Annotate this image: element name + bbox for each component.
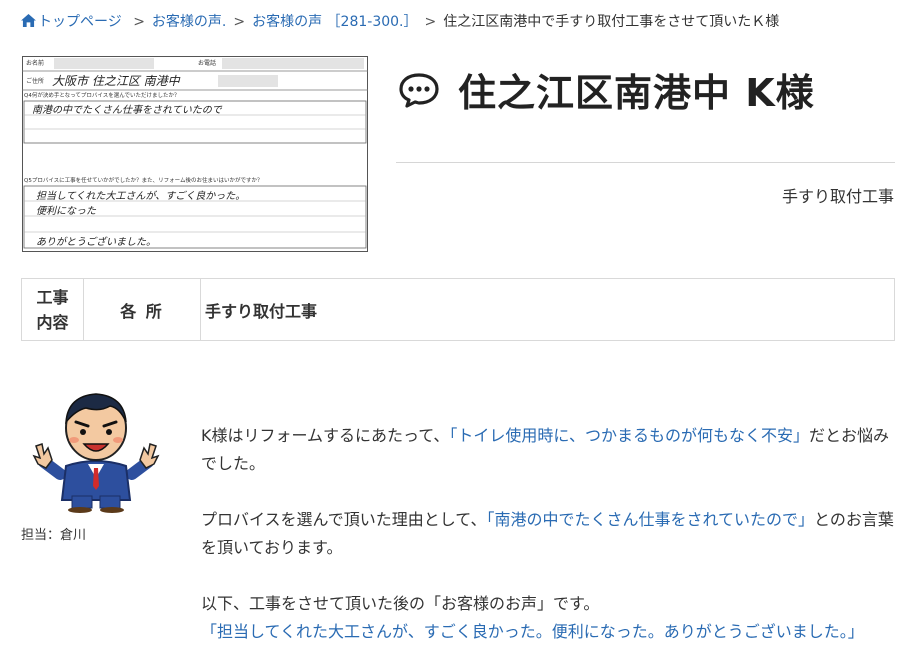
- work-type-label: 手すり取付工事: [781, 187, 894, 206]
- highlight-quote: 「トイレ使用時に、つかまるものが何もなく不安」: [449, 426, 809, 445]
- sheet-address-handwriting: 大阪市 住之江区 南港中: [52, 74, 181, 88]
- sheet-field-address: ご住所: [26, 77, 44, 85]
- breadcrumb: トップページ > お客様の声. > お客様の声 ［281-300.］ > 住之江区南港中で…: [21, 12, 779, 32]
- highlight-quote: 「南港の中でたくさん仕事をされていたので」: [486, 510, 814, 529]
- breadcrumb-separator: >: [233, 14, 246, 30]
- home-icon: [21, 14, 36, 27]
- breadcrumb-home-link[interactable]: トップページ: [21, 14, 126, 30]
- sheet-q4-answer: 南港の中でたくさん仕事をされていたので: [32, 104, 223, 116]
- breadcrumb-current: 住之江区南港中で手すり取付工事をさせて頂いたＫ様: [443, 14, 780, 30]
- body-paragraph: 以下、工事をさせて頂いた後の「お客様のお声」です。 「担当してくれた大工さんが、す…: [201, 594, 864, 641]
- page-title-text: 住之江区南港中 K様: [458, 71, 815, 115]
- body-paragraph: K様はリフォームするにあたって、「トイレ使用時に、つかまるものが何もなく不安」だ…: [201, 426, 889, 473]
- article-body: K様はリフォームするにあたって、「トイレ使用時に、つかまるものが何もなく不安」だ…: [201, 422, 895, 661]
- body-paragraph: プロバイスを選んで頂いた理由として、「南港の中でたくさん仕事をされていたので」と…: [201, 510, 894, 557]
- survey-sheet-image[interactable]: お名前 お電話 ご住所 大阪市 住之江区 南港中 Q4何が決め手となってプロバイ…: [22, 56, 368, 252]
- chat-bubble-icon: [399, 72, 439, 108]
- breadcrumb-separator: >: [424, 14, 437, 30]
- breadcrumb-home-label: トップページ: [38, 14, 122, 30]
- sheet-field-name: お名前: [26, 59, 44, 67]
- sheet-q5: Q5プロバイスに工事を任せていかがでしたか？また、リフォーム後のお住まいはいかが…: [24, 176, 263, 184]
- title-divider: [396, 162, 895, 163]
- breadcrumb-range-link[interactable]: お客様の声 ［281-300.］: [252, 14, 417, 30]
- page-title: 住之江区南港中 K様: [398, 62, 815, 117]
- sheet-field-phone: お電話: [198, 59, 216, 67]
- sheet-q5-answer-2: 便利になった: [36, 205, 97, 217]
- work-info-table: 工事 内容 各 所 手すり取付工事: [21, 278, 895, 341]
- breadcrumb-separator: >: [133, 14, 145, 30]
- sheet-q5-answer-3: ありがとうございました。: [36, 236, 156, 248]
- work-info-value: 手すり取付工事: [205, 301, 318, 321]
- breadcrumb-voice-link[interactable]: お客様の声.: [152, 14, 226, 30]
- highlight-quote: 「担当してくれた大工さんが、すごく良かった。便利になった。ありがとうございました…: [201, 622, 864, 641]
- sheet-q5-answer-1: 担当してくれた大工さんが、すごく良かった。: [36, 190, 245, 202]
- work-info-header: 工事 内容: [22, 279, 84, 340]
- staff-label: 担当：倉川: [21, 528, 87, 543]
- work-info-header-text: 工事 内容: [36, 287, 69, 332]
- staff-avatar: [32, 393, 160, 513]
- work-info-place: 各 所: [84, 279, 201, 340]
- sheet-q4: Q4何が決め手となってプロバイスを選んでいただけましたか？: [24, 91, 179, 99]
